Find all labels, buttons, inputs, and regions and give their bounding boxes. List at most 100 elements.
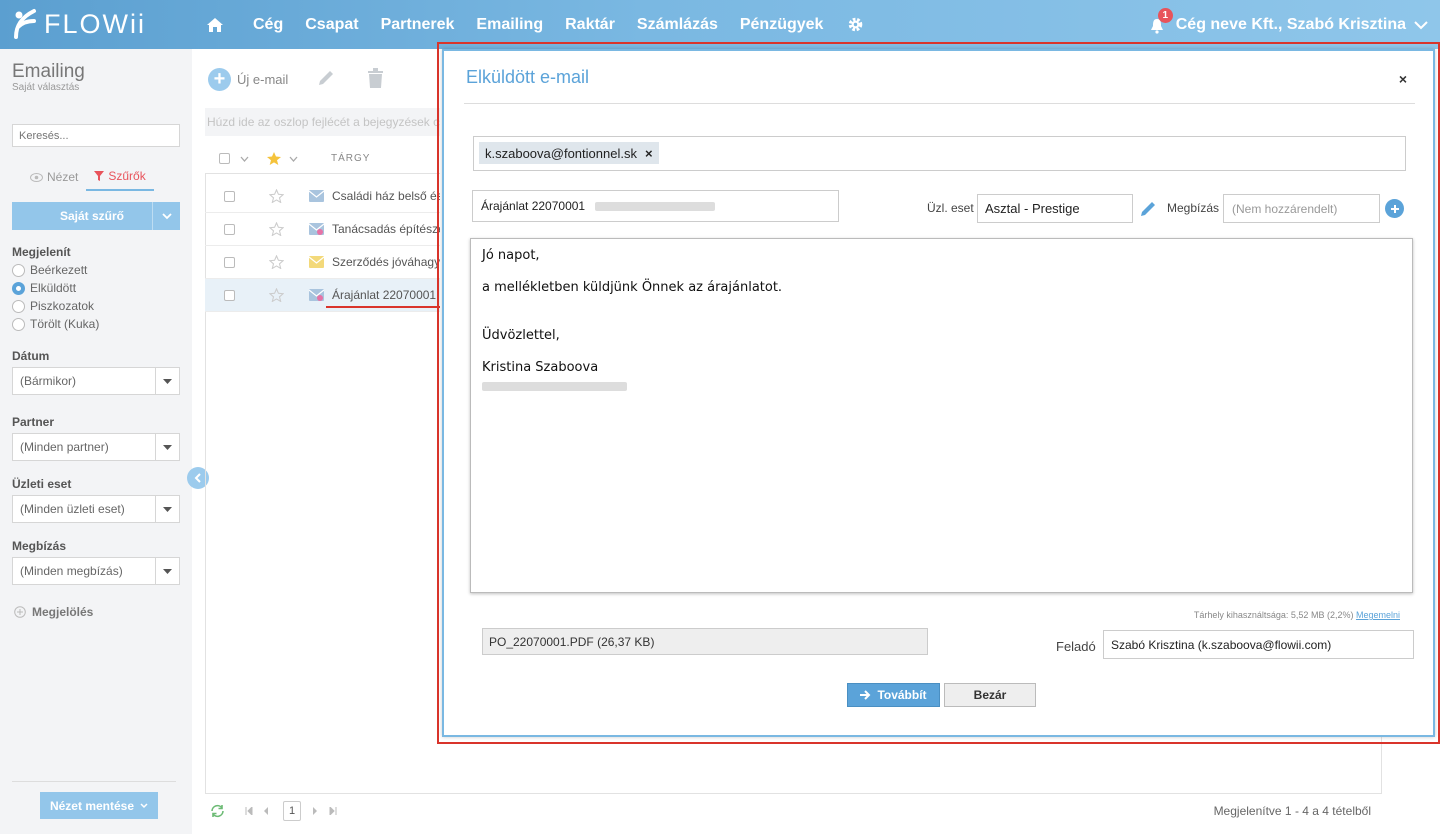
close-button[interactable]: Bezár bbox=[944, 683, 1036, 707]
radio-drafts-label: Piszkozatok bbox=[30, 299, 95, 313]
list-item[interactable]: Családi ház belső és külső bbox=[205, 180, 440, 213]
radio-dot bbox=[12, 263, 25, 277]
radio-inbox-label: Beérkezett bbox=[30, 263, 88, 277]
tab-view-label: Nézet bbox=[47, 170, 79, 184]
nav-item-raktar[interactable]: Raktár bbox=[565, 16, 615, 34]
arrow-right-icon bbox=[860, 690, 871, 700]
deal-select[interactable]: (Minden üzleti eset) bbox=[12, 495, 180, 523]
list-item[interactable]: Szerződés jóváhagyása bbox=[205, 246, 440, 279]
star-outline-icon[interactable] bbox=[269, 288, 284, 302]
radio-inbox[interactable]: Beérkezett bbox=[12, 263, 87, 277]
search-input[interactable] bbox=[12, 124, 180, 147]
chevron-down-icon[interactable] bbox=[1414, 20, 1428, 30]
partner-select-value: (Minden partner) bbox=[20, 440, 109, 454]
star-outline-icon[interactable] bbox=[269, 255, 284, 269]
flowii-logo-mark bbox=[14, 9, 36, 39]
row-checkbox[interactable] bbox=[224, 190, 235, 202]
pencil-icon[interactable] bbox=[317, 68, 336, 87]
nav-item-partnerek[interactable]: Partnerek bbox=[381, 16, 455, 34]
nav-item-penzugyek[interactable]: Pénzügyek bbox=[740, 16, 824, 34]
page-number[interactable]: 1 bbox=[283, 801, 301, 821]
tab-filters-label: Szűrők bbox=[108, 169, 146, 183]
prev-page-icon[interactable] bbox=[263, 807, 269, 815]
row-subject: Árajánlat 22070001 bbox=[332, 288, 437, 302]
chevron-down-icon bbox=[140, 802, 148, 808]
row-checkbox[interactable] bbox=[224, 256, 235, 268]
subject-field[interactable]: Árajánlat 22070001 bbox=[472, 190, 839, 222]
chevron-left-icon bbox=[194, 473, 201, 483]
star-icon[interactable] bbox=[267, 152, 281, 165]
bell-icon[interactable]: 1 bbox=[1150, 7, 1173, 34]
close-icon[interactable]: × bbox=[1399, 71, 1407, 87]
caret-down-icon bbox=[155, 496, 179, 522]
plus-circle-icon bbox=[14, 606, 26, 618]
radio-drafts[interactable]: Piszkozatok bbox=[12, 299, 94, 313]
pencil-icon[interactable] bbox=[1139, 199, 1158, 218]
trash-icon[interactable] bbox=[367, 68, 384, 88]
nav-item-ceg[interactable]: Cég bbox=[253, 16, 283, 34]
sender-field[interactable]: Szabó Krisztina (k.szaboova@flowii.com) bbox=[1103, 630, 1414, 659]
body-signature: Kristina Szaboova bbox=[482, 360, 599, 375]
increase-storage-link[interactable]: Megemelni bbox=[1356, 610, 1400, 620]
redacted-text bbox=[595, 201, 716, 211]
star-outline-icon[interactable] bbox=[269, 222, 284, 236]
tab-filters[interactable]: Szűrők bbox=[86, 166, 154, 191]
chevron-down-icon[interactable] bbox=[240, 156, 249, 162]
task-field[interactable]: (Nem hozzárendelt) bbox=[1223, 194, 1380, 223]
row-checkbox[interactable] bbox=[224, 289, 235, 301]
plus-icon bbox=[1390, 204, 1399, 213]
last-page-icon[interactable] bbox=[329, 807, 337, 815]
body-line: a mellékletben küldjünk Önnek az árajánl… bbox=[482, 280, 783, 295]
gear-icon[interactable] bbox=[845, 15, 865, 35]
remove-recipient-icon[interactable]: × bbox=[645, 146, 653, 161]
list-item[interactable]: Tanácsadás építészeti bbox=[205, 213, 440, 246]
date-label: Dátum bbox=[12, 349, 50, 363]
envelope-heart-icon bbox=[309, 289, 324, 301]
row-checkbox[interactable] bbox=[224, 223, 235, 235]
first-page-icon[interactable] bbox=[245, 807, 253, 815]
save-view-button[interactable]: Nézet mentése bbox=[40, 792, 158, 819]
select-all-checkbox[interactable] bbox=[219, 153, 230, 164]
task-label: Megbízás bbox=[1167, 201, 1220, 215]
nav-item-csapat[interactable]: Csapat bbox=[305, 16, 358, 34]
envelope-heart-icon bbox=[309, 223, 324, 235]
user-menu[interactable]: Cég neve Kft., Szabó Krisztina bbox=[1176, 16, 1406, 34]
mark-label: Megjelölés bbox=[32, 605, 94, 619]
row-subject: Szerződés jóváhagyása bbox=[332, 255, 440, 269]
star-outline-icon[interactable] bbox=[269, 189, 284, 203]
storage-text: Tárhely kihasználtsága: 5,52 MB (2,2%) bbox=[1193, 610, 1354, 620]
attachment-item[interactable]: PO_22070001.PDF (26,37 KB) bbox=[482, 628, 928, 655]
radio-sent[interactable]: Elküldött bbox=[12, 281, 76, 295]
recipient-field[interactable]: k.szaboova@fontionnel.sk × bbox=[473, 136, 1406, 171]
envelope-icon bbox=[309, 190, 324, 202]
add-task-button[interactable] bbox=[1385, 199, 1404, 218]
radio-trash-label: Törölt (Kuka) bbox=[30, 317, 100, 331]
new-email-button[interactable]: + Új e-mail bbox=[208, 67, 288, 91]
next-page-icon[interactable] bbox=[312, 807, 318, 815]
deal-field[interactable]: Asztal - Prestige bbox=[977, 194, 1133, 223]
column-header-subject[interactable]: TÁRGY bbox=[331, 153, 370, 164]
mark-toggle[interactable]: Megjelölés bbox=[14, 605, 93, 619]
date-select[interactable]: (Bármikor) bbox=[12, 367, 180, 395]
recipient-address: k.szaboova@fontionnel.sk bbox=[485, 145, 637, 161]
own-filter-label: Saját szűrő bbox=[59, 209, 125, 223]
forward-button[interactable]: Továbbít bbox=[847, 683, 940, 707]
own-filter-button[interactable]: Saját szűrő bbox=[12, 202, 180, 230]
refresh-icon[interactable] bbox=[210, 804, 225, 818]
task-select[interactable]: (Minden megbízás) bbox=[12, 557, 180, 585]
filter-icon bbox=[94, 171, 105, 181]
chevron-down-icon[interactable] bbox=[152, 202, 180, 230]
radio-trash[interactable]: Törölt (Kuka) bbox=[12, 317, 99, 331]
home-icon[interactable] bbox=[205, 15, 225, 35]
sender-label: Feladó bbox=[1056, 639, 1096, 654]
tab-view[interactable]: Nézet bbox=[22, 166, 86, 191]
partner-select[interactable]: (Minden partner) bbox=[12, 433, 180, 461]
chevron-down-icon[interactable] bbox=[289, 156, 298, 162]
nav-item-szamlazas[interactable]: Számlázás bbox=[637, 16, 718, 34]
deal-select-value: (Minden üzleti eset) bbox=[20, 502, 125, 516]
email-body[interactable]: Jó napot, a mellékletben küldjünk Önnek … bbox=[470, 238, 1413, 593]
save-view-label: Nézet mentése bbox=[49, 798, 135, 813]
nav-item-emailing[interactable]: Emailing bbox=[476, 16, 543, 34]
flowii-logo[interactable]: FLOWii bbox=[12, 6, 146, 42]
radio-dot-selected bbox=[12, 281, 25, 295]
